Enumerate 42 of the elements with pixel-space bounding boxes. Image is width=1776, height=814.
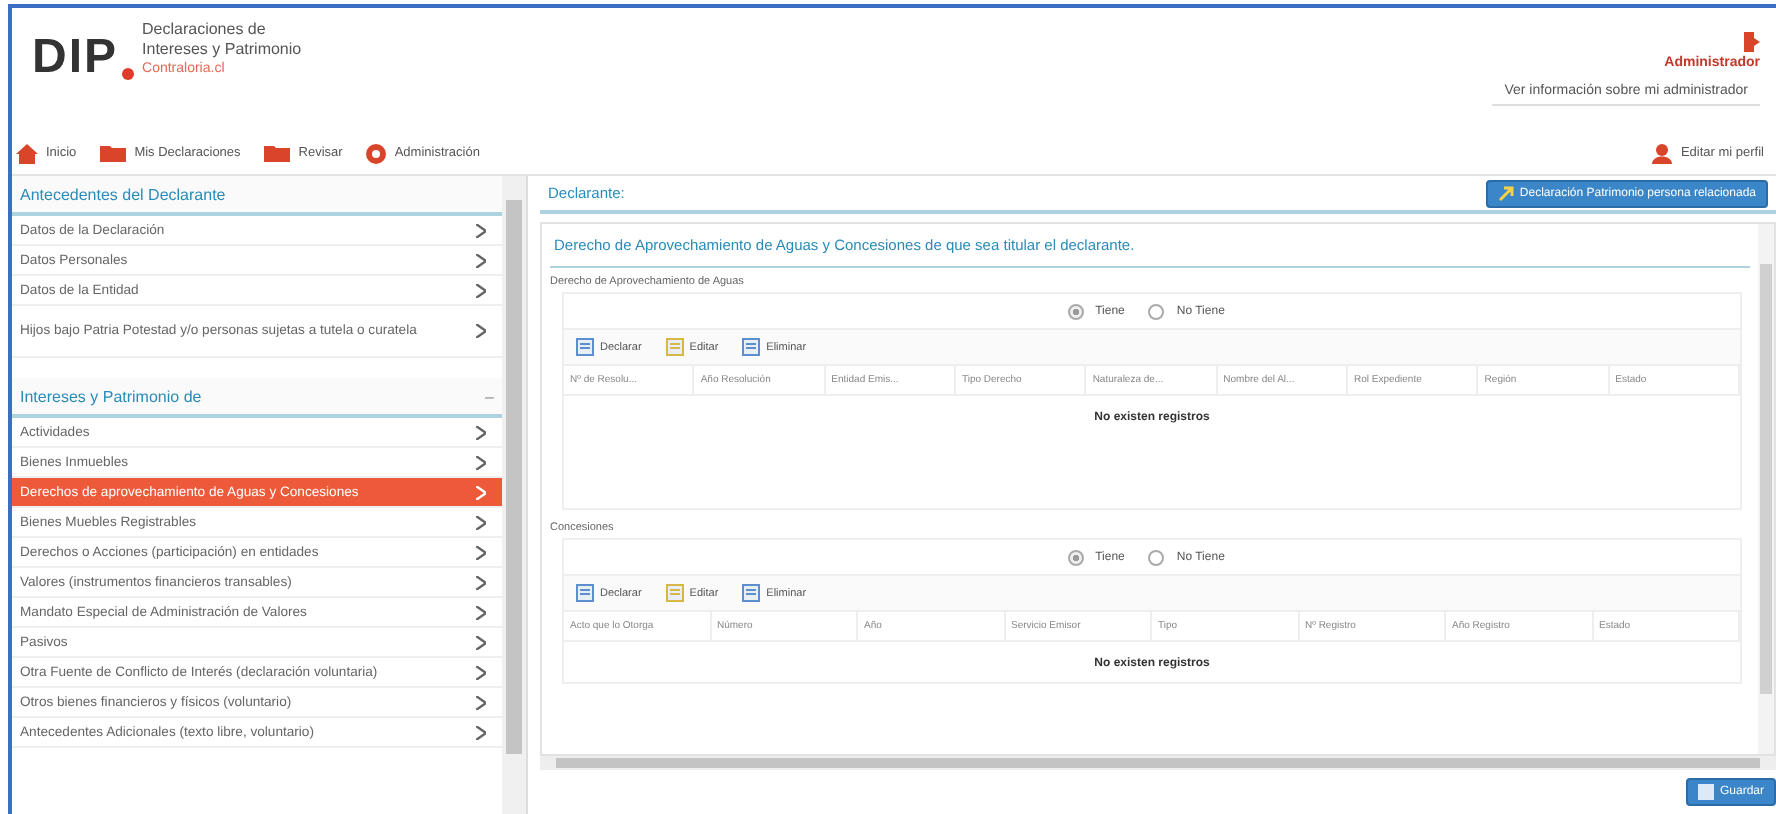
dot-icon xyxy=(122,68,135,80)
chevron-icon xyxy=(476,545,486,559)
chevron-icon xyxy=(476,665,486,679)
document-icon xyxy=(665,584,684,602)
chevron-icon xyxy=(476,324,486,338)
chevron-icon xyxy=(476,425,486,439)
radio-button[interactable] xyxy=(1067,304,1084,320)
gear-icon xyxy=(366,143,387,163)
folder-icon xyxy=(264,144,291,162)
logo-text: DIP xyxy=(32,36,119,80)
collapse-icon[interactable]: – xyxy=(485,388,494,406)
chevron-icon xyxy=(476,253,486,267)
house-icon xyxy=(16,143,38,163)
document-icon xyxy=(576,584,594,602)
document-icon xyxy=(665,338,684,356)
scrollbar[interactable] xyxy=(1758,224,1774,754)
link-icon xyxy=(1497,185,1514,201)
radio-button[interactable] xyxy=(1148,550,1165,566)
logout-icon xyxy=(1744,32,1760,52)
chevron-icon xyxy=(476,635,486,649)
section-header[interactable]: Intereses y Patrimonio de – xyxy=(12,378,502,418)
document-icon xyxy=(742,338,761,356)
radio-button[interactable] xyxy=(1148,304,1165,320)
chevron-icon xyxy=(476,695,486,709)
section-header[interactable]: Antecedentes del Declarante xyxy=(12,176,502,216)
chevron-icon xyxy=(476,223,486,237)
document-icon xyxy=(742,584,761,602)
chevron-icon xyxy=(476,515,486,529)
scrollbar[interactable] xyxy=(540,756,1776,770)
document-icon xyxy=(576,338,594,356)
folder-icon xyxy=(100,144,127,162)
scrollbar[interactable] xyxy=(502,176,526,814)
person-icon xyxy=(1652,143,1673,163)
app-title: Declaraciones de xyxy=(142,20,268,40)
chevron-icon xyxy=(476,485,486,499)
radio-button[interactable] xyxy=(1067,550,1084,566)
chevron-icon xyxy=(476,605,486,619)
chevron-icon xyxy=(476,575,486,589)
chevron-icon xyxy=(476,283,486,297)
chevron-icon xyxy=(476,455,486,469)
chevron-icon xyxy=(476,725,486,739)
app-title: Intereses y Patrimonio xyxy=(142,40,302,60)
